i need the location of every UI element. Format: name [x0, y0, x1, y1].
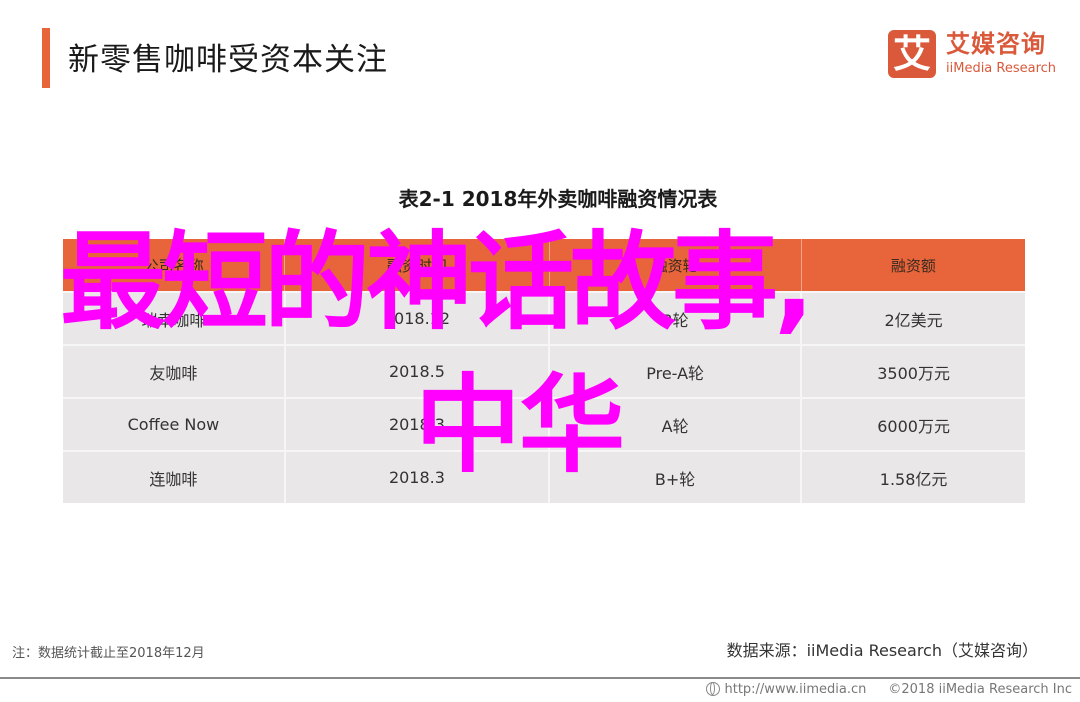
cell-date: 2018.12: [284, 291, 551, 345]
slide-title: 新零售咖啡受资本关注: [68, 42, 388, 78]
column-header-amount: 融资额: [801, 239, 1025, 292]
logo-name-en: iiMedia Research: [946, 61, 1057, 76]
cell-company: 连咖啡: [63, 450, 286, 503]
cell-company: Coffee Now: [63, 397, 286, 451]
cell-amount: 2亿美元: [801, 291, 1025, 345]
column-header-company: 公司名称: [63, 239, 286, 292]
footer-divider: [0, 677, 1080, 679]
logo-mark-icon: 艾: [888, 30, 936, 78]
cell-amount: 3500万元: [801, 344, 1025, 398]
cell-round: B轮: [549, 291, 803, 345]
footer-url[interactable]: http://www.iimedia.cn: [724, 682, 866, 697]
table-header-row: 公司名称 融资时间 融资轮 融资额: [63, 239, 1025, 292]
cell-company: 瑞幸咖啡: [63, 291, 286, 345]
footer-copyright: ©2018 iiMedia Research Inc: [888, 682, 1072, 697]
data-source: 数据来源：iiMedia Research（艾媒咨询）: [726, 641, 1038, 660]
iimedia-logo: 艾 艾媒咨询 iiMedia Research: [888, 30, 1068, 80]
cell-amount: 6000万元: [801, 397, 1025, 451]
table-title: 表2-1 2018年外卖咖啡融资情况表: [398, 187, 718, 211]
globe-icon: [706, 682, 721, 696]
title-accent-bar: [42, 28, 50, 88]
footer: http://www.iimedia.cn ©2018 iiMedia Resea…: [706, 681, 1072, 699]
slide: 新零售咖啡受资本关注 艾 艾媒咨询 iiMedia Research 表2-1 …: [0, 0, 1080, 702]
column-header-round: 融资轮: [549, 239, 802, 292]
column-header-date: 融资时间: [284, 239, 550, 292]
overlay-text-line2: 中华: [415, 364, 625, 487]
table-row: 瑞幸咖啡 2018.12 B轮 2亿美元: [63, 291, 1025, 345]
cell-amount: 1.58亿元: [801, 450, 1025, 503]
logo-name-cn: 艾媒咨询: [946, 30, 1046, 58]
data-note: 注：数据统计截止至2018年12月: [12, 646, 205, 661]
cell-company: 友咖啡: [63, 344, 286, 398]
